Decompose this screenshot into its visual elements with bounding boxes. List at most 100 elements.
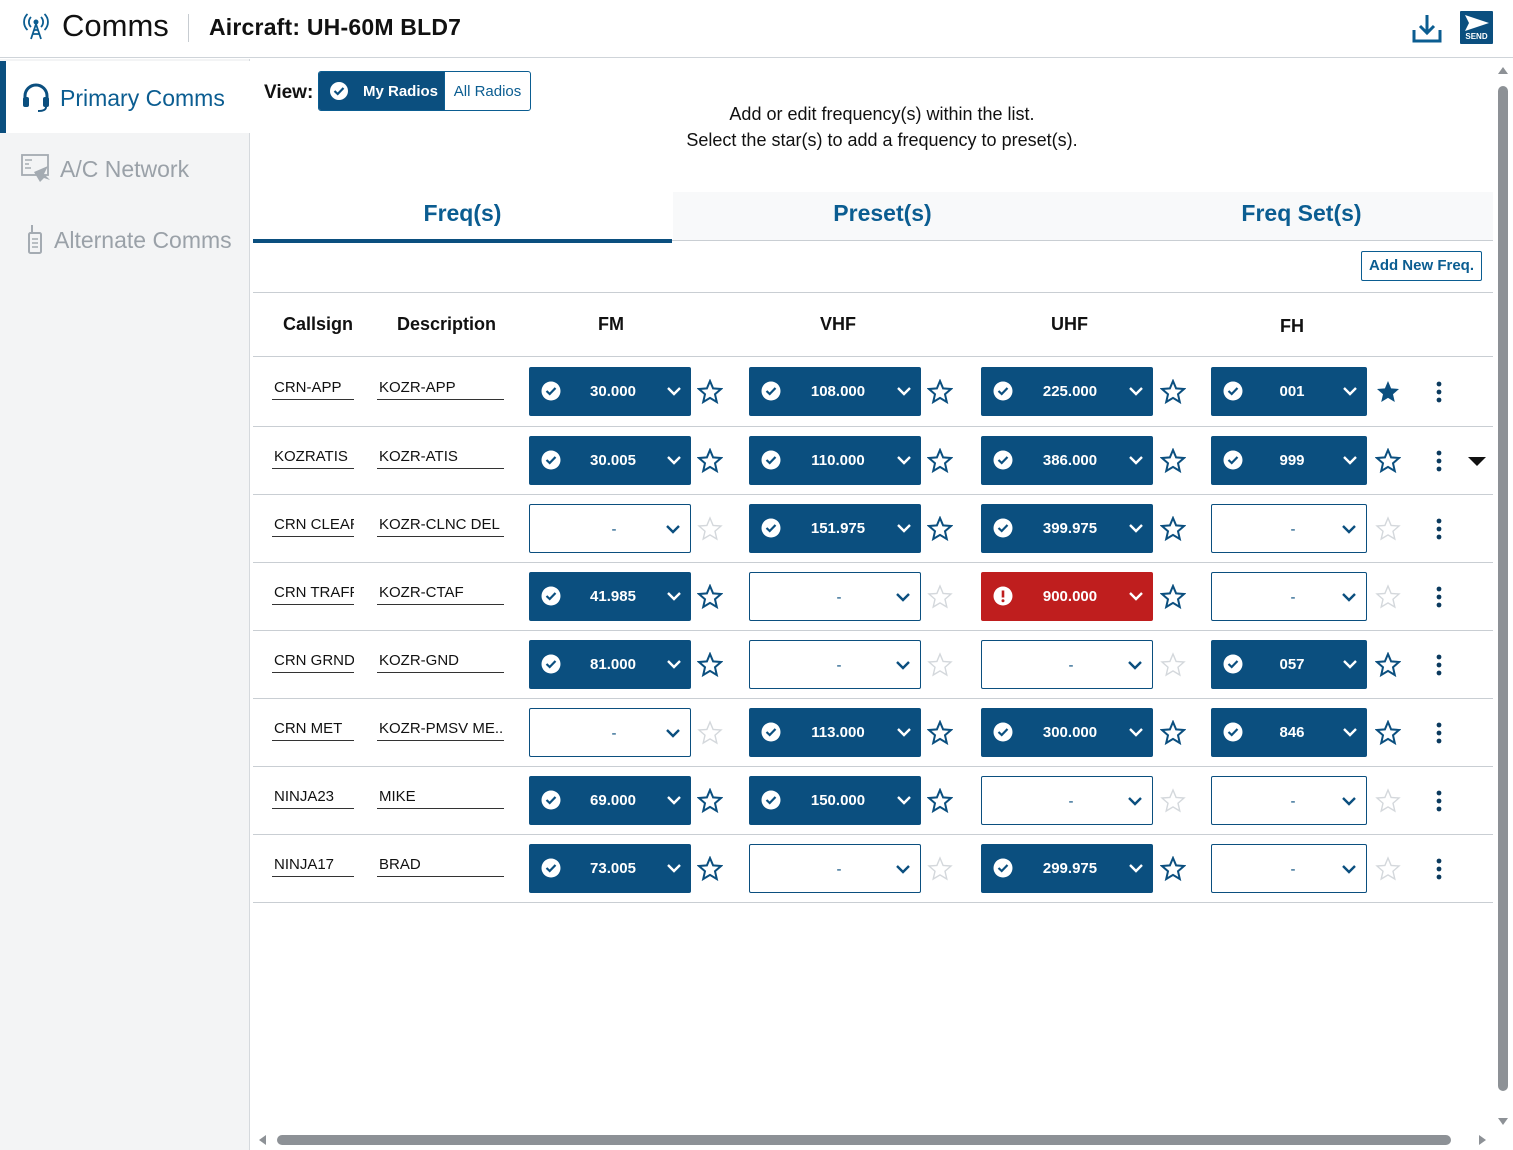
star-outline-icon[interactable] <box>1160 720 1186 746</box>
star-outline-icon[interactable] <box>1160 448 1186 474</box>
star-filled-icon[interactable] <box>1375 379 1401 405</box>
callsign-field[interactable]: CRN CLEAR <box>272 515 354 537</box>
fm-frequency-select[interactable]: - <box>529 708 691 757</box>
star-outline-icon[interactable] <box>697 584 723 610</box>
fm-frequency-select[interactable]: 69.000 <box>529 776 691 825</box>
uhf-frequency-select[interactable]: - <box>981 640 1153 689</box>
sidebar-item-ac-network[interactable]: A/C Network <box>0 132 250 204</box>
vhf-frequency-select[interactable]: 110.000 <box>749 436 921 485</box>
caret-down-icon[interactable] <box>1467 456 1487 468</box>
star-outline-icon[interactable] <box>1160 584 1186 610</box>
more-options-icon[interactable] <box>1432 517 1446 541</box>
fh-frequency-select[interactable]: - <box>1211 776 1367 825</box>
uhf-frequency-select[interactable]: 386.000 <box>981 436 1153 485</box>
fm-frequency-select[interactable]: - <box>529 504 691 553</box>
sidebar-item-alternate-comms[interactable]: Alternate Comms <box>0 203 250 275</box>
star-outline-icon[interactable] <box>927 720 953 746</box>
more-options-icon[interactable] <box>1432 857 1446 881</box>
more-options-icon[interactable] <box>1432 380 1446 404</box>
uhf-frequency-select[interactable]: 299.975 <box>981 844 1153 893</box>
scroll-up-arrow[interactable] <box>1498 67 1508 74</box>
star-outline-icon[interactable] <box>697 788 723 814</box>
more-options-icon[interactable] <box>1432 721 1446 745</box>
star-outline-icon[interactable] <box>927 379 953 405</box>
view-option-all-radios[interactable]: All Radios <box>444 72 530 110</box>
add-new-freq-button[interactable]: Add New Freq. <box>1361 251 1482 281</box>
more-options-icon[interactable] <box>1432 653 1446 677</box>
callsign-field[interactable]: CRN MET <box>272 719 354 741</box>
fm-frequency-select[interactable]: 30.000 <box>529 367 691 416</box>
fh-frequency-select[interactable]: 001 <box>1211 367 1367 416</box>
star-outline-icon[interactable] <box>697 448 723 474</box>
star-outline-icon[interactable] <box>1375 516 1401 542</box>
send-button[interactable]: SEND <box>1460 11 1493 44</box>
star-outline-icon[interactable] <box>1375 720 1401 746</box>
star-outline-icon[interactable] <box>697 856 723 882</box>
vhf-frequency-select[interactable]: - <box>749 640 921 689</box>
star-outline-icon[interactable] <box>697 652 723 678</box>
star-outline-icon[interactable] <box>927 516 953 542</box>
callsign-field[interactable]: CRN TRAFF <box>272 583 354 605</box>
fm-frequency-select[interactable]: 30.005 <box>529 436 691 485</box>
star-outline-icon[interactable] <box>1375 584 1401 610</box>
star-outline-icon[interactable] <box>697 379 723 405</box>
star-outline-icon[interactable] <box>1160 379 1186 405</box>
star-outline-icon[interactable] <box>927 788 953 814</box>
description-field[interactable]: MIKE <box>377 787 504 809</box>
scroll-left-arrow[interactable] <box>259 1135 266 1145</box>
more-options-icon[interactable] <box>1432 585 1446 609</box>
star-outline-icon[interactable] <box>927 448 953 474</box>
star-outline-icon[interactable] <box>1160 788 1186 814</box>
star-outline-icon[interactable] <box>927 652 953 678</box>
tab-freq-sets[interactable]: Freq Set(s) <box>1092 192 1511 241</box>
vhf-frequency-select[interactable]: - <box>749 844 921 893</box>
scroll-down-arrow[interactable] <box>1498 1118 1508 1125</box>
uhf-frequency-select[interactable]: 225.000 <box>981 367 1153 416</box>
star-outline-icon[interactable] <box>1375 448 1401 474</box>
scroll-right-arrow[interactable] <box>1479 1135 1486 1145</box>
uhf-frequency-select[interactable]: 399.975 <box>981 504 1153 553</box>
fh-frequency-select[interactable]: - <box>1211 844 1367 893</box>
uhf-frequency-select[interactable]: 300.000 <box>981 708 1153 757</box>
star-outline-icon[interactable] <box>1375 652 1401 678</box>
fh-frequency-select[interactable]: - <box>1211 504 1367 553</box>
download-icon[interactable] <box>1410 11 1444 45</box>
fh-frequency-select[interactable]: 999 <box>1211 436 1367 485</box>
tab-freqs[interactable]: Freq(s) <box>253 192 672 243</box>
fm-frequency-select[interactable]: 81.000 <box>529 640 691 689</box>
description-field[interactable]: KOZR-PMSV ME... <box>377 719 504 741</box>
description-field[interactable]: BRAD <box>377 855 504 877</box>
uhf-frequency-select[interactable]: - <box>981 776 1153 825</box>
vhf-frequency-select[interactable]: - <box>749 572 921 621</box>
fh-frequency-select[interactable]: 057 <box>1211 640 1367 689</box>
vertical-scrollbar[interactable] <box>1494 59 1513 1150</box>
horizontal-scrollbar[interactable] <box>252 1130 1494 1150</box>
horizontal-scroll-thumb[interactable] <box>277 1135 1451 1145</box>
description-field[interactable]: KOZR-APP <box>377 378 504 400</box>
callsign-field[interactable]: CRN GRND <box>272 651 354 673</box>
fh-frequency-select[interactable]: - <box>1211 572 1367 621</box>
star-outline-icon[interactable] <box>1375 856 1401 882</box>
star-outline-icon[interactable] <box>697 720 723 746</box>
fm-frequency-select[interactable]: 41.985 <box>529 572 691 621</box>
description-field[interactable]: KOZR-ATIS <box>377 447 504 469</box>
callsign-field[interactable]: NINJA17 <box>272 855 354 877</box>
more-options-icon[interactable] <box>1432 449 1446 473</box>
vhf-frequency-select[interactable]: 113.000 <box>749 708 921 757</box>
tab-presets[interactable]: Preset(s) <box>673 192 1092 241</box>
description-field[interactable]: KOZR-CTAF <box>377 583 504 605</box>
more-options-icon[interactable] <box>1432 789 1446 813</box>
star-outline-icon[interactable] <box>1160 516 1186 542</box>
star-outline-icon[interactable] <box>697 516 723 542</box>
vhf-frequency-select[interactable]: 151.975 <box>749 504 921 553</box>
star-outline-icon[interactable] <box>1160 856 1186 882</box>
fh-frequency-select[interactable]: 846 <box>1211 708 1367 757</box>
view-option-my-radios[interactable]: My Radios <box>319 72 444 110</box>
star-outline-icon[interactable] <box>1160 652 1186 678</box>
description-field[interactable]: KOZR-CLNC DEL <box>377 515 504 537</box>
sidebar-item-primary-comms[interactable]: Primary Comms <box>0 61 250 133</box>
callsign-field[interactable]: CRN-APP <box>272 378 354 400</box>
uhf-frequency-select[interactable]: 900.000 <box>981 572 1153 621</box>
callsign-field[interactable]: KOZRATIS <box>272 447 354 469</box>
star-outline-icon[interactable] <box>927 584 953 610</box>
